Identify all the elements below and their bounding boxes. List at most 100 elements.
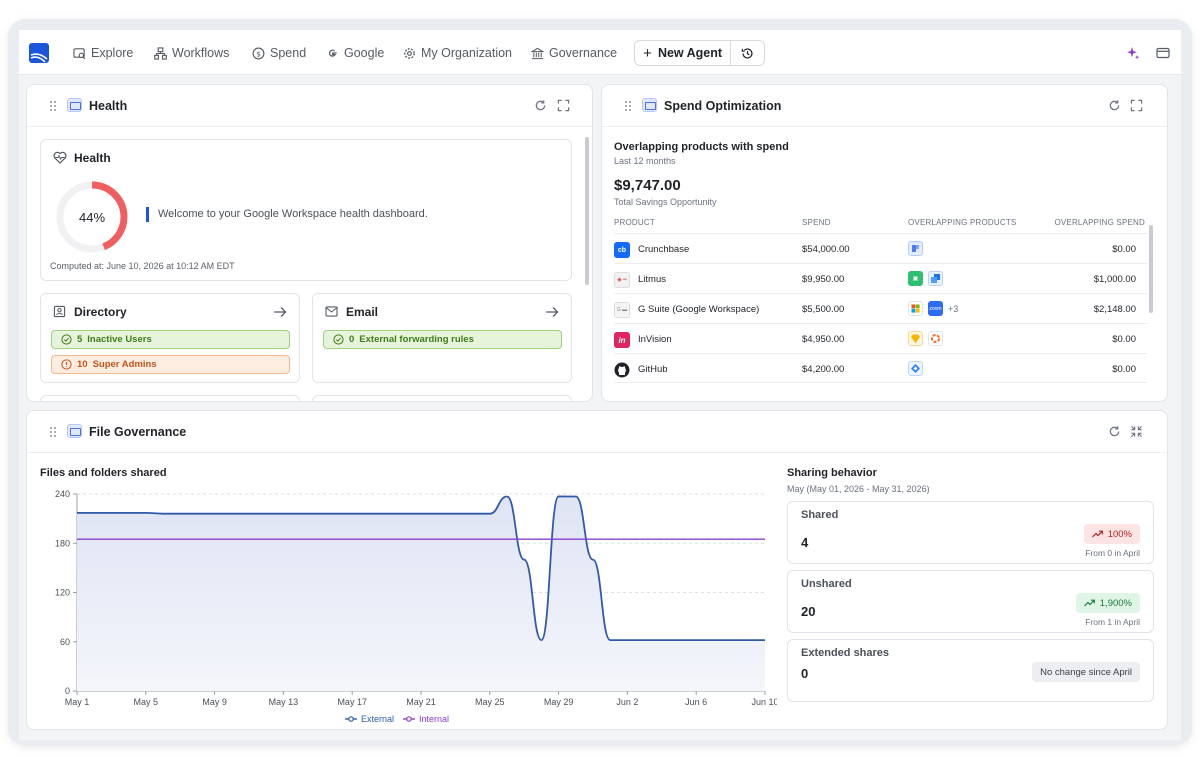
stat-value: 4 xyxy=(801,535,809,550)
x-tick-label: May 13 xyxy=(269,697,299,707)
product-spend: $9,950.00 xyxy=(802,274,845,285)
nav-workflows[interactable]: Workflows xyxy=(154,44,229,62)
overlap-products xyxy=(908,331,943,346)
col-overlapping-spend[interactable]: OVERLAPPING SPEND xyxy=(1054,218,1145,227)
x-tick-label: May 29 xyxy=(544,697,574,707)
product-name: Litmus xyxy=(638,274,666,285)
table-row[interactable]: G ▬ G Suite (Google Workspace) $5,500.00… xyxy=(614,293,1148,323)
app-logo-icon[interactable] xyxy=(29,43,49,63)
col-spend[interactable]: SPEND xyxy=(802,218,831,227)
gsuite-logo-icon: G ▬ xyxy=(614,302,630,318)
svg-text:$: $ xyxy=(256,49,261,58)
overlap-period: Last 12 months xyxy=(614,156,676,166)
welcome-marker xyxy=(146,207,149,222)
refresh-icon[interactable] xyxy=(534,99,547,112)
drag-handle-icon[interactable] xyxy=(624,100,632,112)
nav-governance[interactable]: Governance xyxy=(531,44,617,62)
overlap-app-icon[interactable]: ▣ xyxy=(908,271,923,286)
email-card[interactable]: Email 0 External forwarding rules xyxy=(312,293,572,383)
stat-badge-up-green: 1,900% xyxy=(1075,593,1140,613)
y-tick-label: 0 xyxy=(65,686,70,696)
savings-label: Total Savings Opportunity xyxy=(614,197,717,207)
x-tick-label: Jun 10 xyxy=(751,697,777,707)
legend-label: Internal xyxy=(419,714,449,724)
stat-shared: Shared 4 100% From 0 in April xyxy=(787,501,1154,564)
product-name: InVision xyxy=(638,334,672,345)
legend-label: External xyxy=(361,714,394,724)
new-agent-button[interactable]: + New Agent xyxy=(635,41,732,65)
app-window: Explore Workflows $ Spend Google My Orga… xyxy=(19,30,1181,740)
top-nav: Explore Workflows $ Spend Google My Orga… xyxy=(19,30,1181,75)
overlap-products xyxy=(908,241,923,256)
inactive-users-label: Inactive Users xyxy=(87,334,152,345)
health-card: Health Health 44% Welcome to your Google… xyxy=(26,84,593,402)
legend-marker xyxy=(406,716,412,722)
overlap-app-icon[interactable] xyxy=(908,241,923,256)
inactive-users-pill[interactable]: 5 Inactive Users xyxy=(51,330,290,349)
nav-explore[interactable]: Explore xyxy=(73,44,133,62)
explore-icon xyxy=(73,47,86,59)
sharing-period: May (May 01, 2026 - May 31, 2026) xyxy=(787,484,930,494)
sparkle-icon[interactable] xyxy=(1126,46,1140,60)
overlap-more-count[interactable]: +3 xyxy=(948,304,958,314)
product-spend: $4,950.00 xyxy=(802,334,845,345)
nav-spend-label: Spend xyxy=(270,46,307,60)
x-tick-label: Jun 2 xyxy=(616,697,638,707)
directory-card[interactable]: Directory 5 Inactive Users 10 Super Admi… xyxy=(40,293,300,383)
y-tick-label: 240 xyxy=(55,489,70,499)
y-tick-label: 120 xyxy=(55,588,70,598)
stat-label: Shared xyxy=(801,509,839,521)
panel-icon[interactable] xyxy=(1156,46,1170,60)
check-circle-icon xyxy=(333,334,344,345)
new-agent-group: + New Agent xyxy=(634,40,765,66)
table-row[interactable]: ◉ ═ Litmus $9,950.00 ▣ $1,000.00 xyxy=(614,263,1148,293)
health-summary: Health 44% Welcome to your Google Worksp… xyxy=(40,139,572,281)
expand-icon[interactable] xyxy=(1130,99,1143,112)
spend-scrollbar[interactable] xyxy=(1149,225,1153,313)
health-summary-title: Health xyxy=(74,151,111,165)
arrow-right-icon[interactable] xyxy=(273,306,287,318)
health-scrollbar[interactable] xyxy=(585,137,589,285)
overlap-app-icon[interactable]: zoom xyxy=(928,301,943,316)
collapse-icon[interactable] xyxy=(1130,425,1143,438)
arrow-right-icon[interactable] xyxy=(545,306,559,318)
product-spend: $4,200.00 xyxy=(802,364,845,375)
expand-icon[interactable] xyxy=(557,99,570,112)
overlap-app-icon[interactable] xyxy=(928,271,943,286)
col-overlapping-products[interactable]: OVERLAPPING PRODUCTS xyxy=(908,218,1016,227)
x-tick-label: May 21 xyxy=(406,697,436,707)
stat-extended-shares: Extended shares 0 No change since April xyxy=(787,639,1154,702)
nav-my-organization[interactable]: My Organization xyxy=(403,44,512,62)
github-logo-icon xyxy=(614,362,630,378)
super-admins-pill[interactable]: 10 Super Admins xyxy=(51,355,290,374)
stat-value: 20 xyxy=(801,604,816,619)
forwarding-rules-pill[interactable]: 0 External forwarding rules xyxy=(323,330,562,349)
nav-google[interactable]: Google xyxy=(326,44,384,62)
file-governance-header: File Governance xyxy=(27,411,1167,453)
table-row[interactable]: GitHub $4,200.00 $0.00 xyxy=(614,353,1148,383)
table-row[interactable]: cb Crunchbase $54,000.00 $0.00 xyxy=(614,233,1148,263)
litmus-logo-icon: ◉ ═ xyxy=(614,272,630,288)
refresh-icon[interactable] xyxy=(1108,425,1121,438)
stat-badge-text: 1,900% xyxy=(1099,597,1132,609)
next-card-peek xyxy=(312,395,572,401)
drag-handle-icon[interactable] xyxy=(49,426,57,438)
bank-icon xyxy=(531,47,544,59)
nav-spend[interactable]: $ Spend xyxy=(252,44,306,62)
plus-icon: + xyxy=(643,44,652,62)
refresh-icon[interactable] xyxy=(1108,99,1121,112)
table-row[interactable]: in InVision $4,950.00 $0.00 xyxy=(614,323,1148,353)
health-card-header: Health xyxy=(27,85,592,127)
overlap-app-icon[interactable] xyxy=(928,331,943,346)
sketch-icon[interactable] xyxy=(908,331,923,346)
product-spend: $5,500.00 xyxy=(802,304,845,315)
drag-handle-icon[interactable] xyxy=(49,100,57,112)
col-product[interactable]: PRODUCT xyxy=(614,218,655,227)
dollar-icon: $ xyxy=(252,47,265,59)
widget-icon xyxy=(642,98,657,112)
new-agent-label: New Agent xyxy=(657,46,723,60)
history-button[interactable] xyxy=(731,41,764,65)
microsoft-icon[interactable] xyxy=(908,301,923,316)
jira-icon[interactable] xyxy=(908,361,923,376)
x-tick-label: May 1 xyxy=(65,697,90,707)
